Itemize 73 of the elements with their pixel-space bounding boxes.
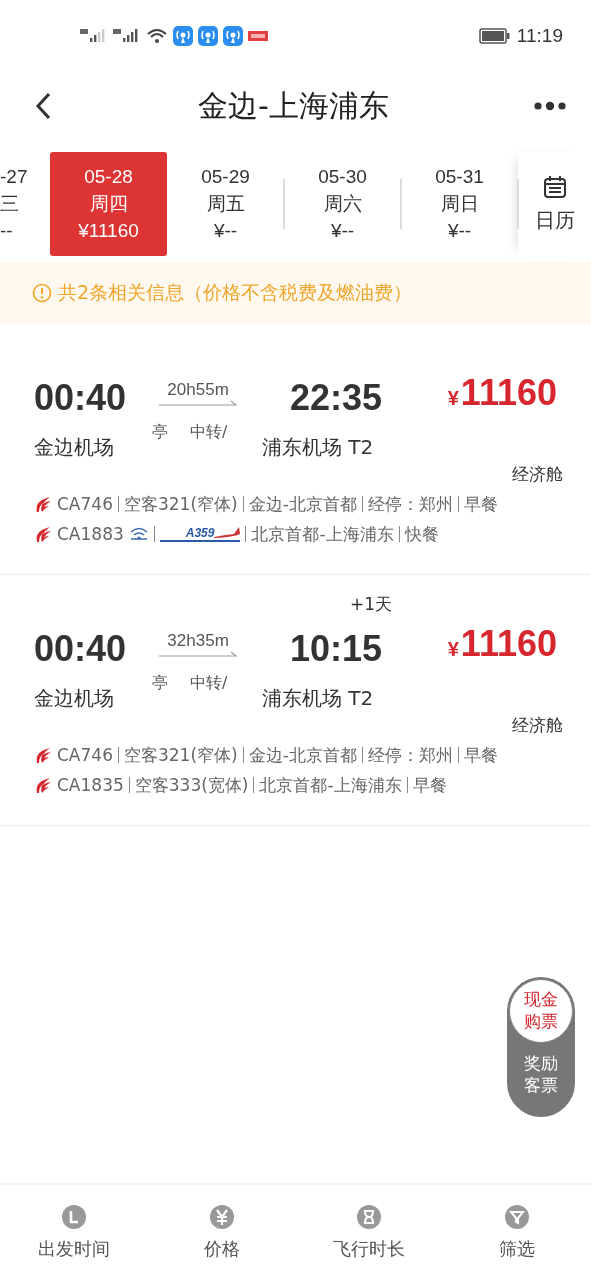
app-notification-icon	[248, 29, 268, 43]
segment-info: 金边-北京首都	[248, 743, 357, 767]
arrival-time: 22:35	[290, 378, 383, 418]
battery-icon	[478, 28, 511, 44]
sort-tab[interactable]: 飞行时长	[314, 1203, 425, 1262]
flight-number: CA746	[57, 745, 113, 765]
wifi-icon	[146, 27, 168, 45]
flight-duration: 32h35m	[167, 631, 229, 651]
airline-logo-icon	[34, 746, 52, 764]
transfer-label: 中转/	[190, 422, 228, 443]
departure-airport: 金边机场	[34, 685, 115, 712]
hotspot-app-icon	[198, 26, 218, 46]
departure-time: 00:40	[34, 378, 127, 418]
flight-number: CA1883	[57, 524, 124, 544]
segment-info: 早餐	[412, 773, 447, 797]
ticket-type-option[interactable]: 奖励客票	[509, 1043, 573, 1107]
hotspot-app-icon	[173, 26, 193, 46]
date-tab[interactable]: 05-29 周五 ¥--	[167, 152, 284, 256]
departure-airport: 金边机场	[34, 434, 115, 461]
arrival-time: 10:15	[290, 629, 383, 669]
segment-info: 北京首都-上海浦东	[251, 522, 394, 546]
flight-price: ¥11160	[447, 373, 557, 415]
ticket-type-option[interactable]: 现金购票	[509, 979, 573, 1043]
page-title: 金边-上海浦东	[198, 86, 389, 125]
segment-info: 经停：郑州	[367, 492, 453, 516]
clock-icon	[61, 1204, 86, 1229]
segment-info: 空客333(宽体)	[134, 773, 249, 797]
arrival-airport: 浦东机场 T2	[262, 685, 374, 712]
flight-card[interactable]: 00:40 20h55m 22:35 ¥11160 金边机场 亭 中转/ 浦东机场 T2 经济舱 CA746 空客321(窄体) 金边-北京首都 经停：郑州 早餐 CA1883 A359 北京首都-上海浦东 快餐	[0, 324, 591, 575]
notice-text: 共2条相关信息（价格不含税费及燃油费）	[58, 280, 413, 305]
sort-tab[interactable]: 出发时间	[18, 1203, 129, 1262]
clock-time: 11:19	[516, 25, 563, 47]
date-tab[interactable]: 05-30 周六 ¥--	[284, 152, 401, 256]
airline-logo-icon	[34, 495, 52, 513]
cabin-class: 经济舱	[512, 463, 563, 486]
sort-tab[interactable]: 筛选	[462, 1203, 573, 1262]
info-icon	[32, 283, 52, 303]
segment-info: 早餐	[463, 492, 498, 516]
filter-icon	[505, 1204, 530, 1229]
transfer-label: 亭	[152, 673, 168, 694]
arrival-airport: 浦东机场 T2	[262, 434, 374, 461]
segment-info: 空客321(窄体)	[123, 492, 238, 516]
segment-info: 金边-北京首都	[248, 492, 357, 516]
more-icon	[533, 100, 567, 112]
flight-number: CA746	[57, 494, 113, 514]
transfer-label: 亭	[152, 422, 168, 443]
date-tab[interactable]: 05-31 周日 ¥--	[401, 152, 518, 256]
airline-logo-icon	[34, 776, 52, 794]
airplane-icon	[214, 526, 241, 540]
segment-info: 快餐	[404, 522, 439, 546]
flight-duration: 20h55m	[167, 380, 229, 400]
wifi-icon	[128, 526, 149, 542]
flight-number: CA1835	[57, 775, 124, 795]
transfer-label: 中转/	[190, 673, 228, 694]
calendar-icon	[542, 174, 567, 199]
cabin-class: 经济舱	[512, 714, 563, 737]
segment-info: 经停：郑州	[367, 743, 453, 767]
calendar-button[interactable]: 日历	[518, 152, 591, 256]
date-tab[interactable]: 05-28 周四 ¥11160	[50, 152, 167, 256]
hotspot-app-icon	[223, 26, 243, 46]
segment-info: 早餐	[463, 743, 498, 767]
segment-info: 北京首都-上海浦东	[259, 773, 402, 797]
airline-logo-icon	[34, 525, 52, 543]
date-tab[interactable]: -27 三 --	[0, 152, 40, 256]
flight-card[interactable]: 00:40 32h35m +1天 10:15 ¥11160 金边机场 亭 中转/ 浦东机场 T2 经济舱 CA746 空客321(窄体) 金边-北京首都 经停：郑州 早餐 CA1835 空客333(宽体) 北京首都-上海浦东 早餐	[0, 575, 591, 826]
sort-tab[interactable]: 价格	[166, 1203, 277, 1262]
departure-time: 00:40	[34, 629, 127, 669]
aircraft-badge: A359	[159, 526, 241, 542]
flight-price: ¥11160	[447, 624, 557, 666]
yuan-icon	[209, 1204, 234, 1229]
segment-info: 空客321(窄体)	[123, 743, 238, 767]
day-offset: +1天	[350, 593, 393, 616]
hourglass-icon	[357, 1204, 382, 1229]
